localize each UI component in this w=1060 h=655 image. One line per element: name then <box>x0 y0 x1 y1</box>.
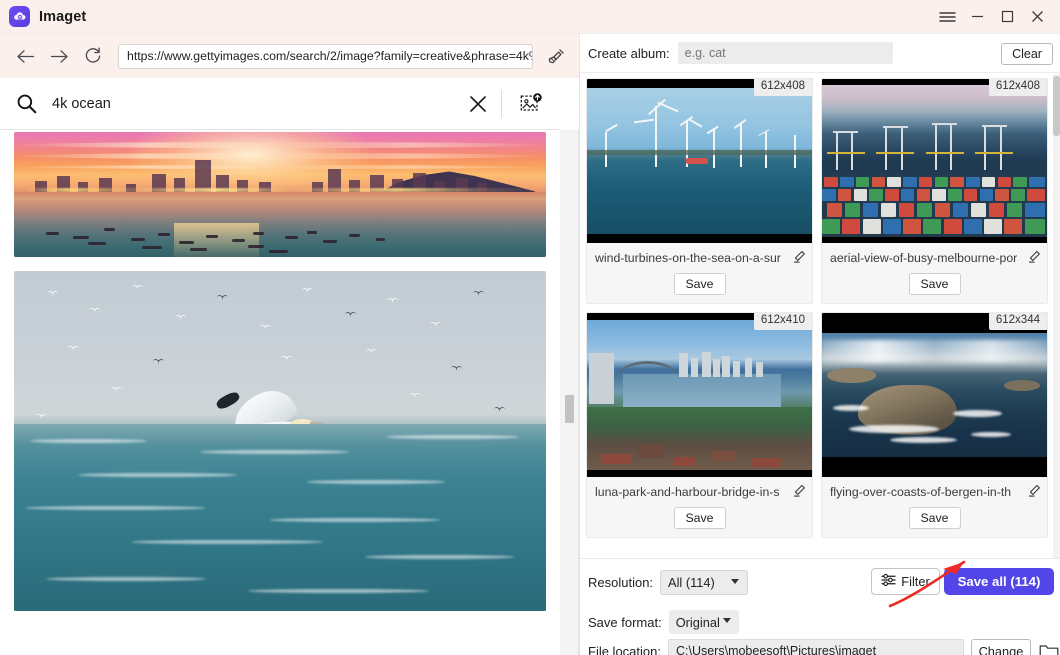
web-pane-scrollbar[interactable] <box>553 130 559 655</box>
reload-icon[interactable] <box>76 39 110 73</box>
result-card[interactable]: 612x408 aerial-view-of-busy-melbourne-po… <box>821 78 1048 304</box>
maximize-icon[interactable] <box>992 0 1022 34</box>
save-button[interactable]: Save <box>909 507 961 529</box>
web-content-pane[interactable]: Auto Scroll <box>0 130 560 655</box>
grid-row: 612x408 wind-turbines-on-the-sea-on-a-su… <box>586 78 1055 304</box>
card-save-row: Save <box>822 502 1047 537</box>
save-button[interactable]: Save <box>909 273 961 295</box>
web-image-gannets-flying-over-ocean[interactable]: Auto Scroll <box>14 271 546 611</box>
container-stacks <box>822 164 1047 237</box>
thumbnail[interactable]: 612x408 <box>587 79 812 243</box>
resolution-badge: 612x408 <box>989 79 1047 96</box>
filter-sliders-icon <box>881 573 896 590</box>
forward-arrow-icon[interactable] <box>42 39 76 73</box>
save-format-label: Save format: <box>588 615 662 630</box>
sydney-harbour-artwork <box>587 320 812 470</box>
url-text: https://www.gettyimages.com/search/2/ima… <box>119 49 532 63</box>
pencil-edit-icon[interactable] <box>1028 250 1041 266</box>
bottom-controls: Resolution: All (114) Filter <box>580 558 1060 655</box>
url-input[interactable]: https://www.gettyimages.com/search/2/ima… <box>118 44 533 69</box>
card-filename: aerial-view-of-busy-melbourne-por <box>830 251 1025 265</box>
splitter-handle-icon[interactable] <box>565 395 574 423</box>
thumbnail[interactable]: 612x410 <box>587 313 812 477</box>
resolution-badge: 612x410 <box>754 313 812 330</box>
ocean-waves <box>14 424 546 611</box>
resolution-label: Resolution: <box>588 575 653 590</box>
pencil-edit-icon[interactable] <box>793 484 806 500</box>
file-location-label: File location: <box>588 644 661 655</box>
browser-nav-bar: https://www.gettyimages.com/search/2/ima… <box>0 34 579 78</box>
result-card[interactable]: 612x408 wind-turbines-on-the-sea-on-a-su… <box>586 78 813 304</box>
download-panel: Create album: Clear <box>579 34 1060 655</box>
imaget-app-window: Imaget <box>0 0 1060 655</box>
app-title: Imaget <box>39 9 86 25</box>
wind-turbines-artwork <box>587 88 812 234</box>
hong-kong-sunset-artwork <box>14 132 546 257</box>
create-album-row: Create album: Clear <box>580 34 1060 73</box>
save-all-button[interactable]: Save all (114) <box>944 568 1054 595</box>
pencil-edit-icon[interactable] <box>1028 484 1041 500</box>
create-album-input[interactable] <box>678 42 893 64</box>
harbour-water <box>14 192 546 257</box>
gannets-ocean-artwork <box>14 271 546 611</box>
card-filename-row: aerial-view-of-busy-melbourne-por <box>822 243 1047 268</box>
minimize-icon[interactable] <box>962 0 992 34</box>
image-picker-icon[interactable] <box>502 92 560 116</box>
broom-cleanup-icon[interactable] <box>539 39 573 73</box>
filter-label: Filter <box>901 574 929 589</box>
window-controls <box>932 0 1060 34</box>
change-location-button[interactable]: Change <box>971 639 1031 655</box>
save-button[interactable]: Save <box>674 273 726 295</box>
file-location-value: C:\Users\mobeesoft\Pictures\imaget <box>676 644 876 655</box>
card-filename-row: wind-turbines-on-the-sea-on-a-sur <box>587 243 812 268</box>
chevron-down-icon <box>723 618 731 623</box>
pane-splitter[interactable] <box>560 130 579 655</box>
folder-open-icon[interactable] <box>1039 643 1059 655</box>
card-filename-row: flying-over-coasts-of-bergen-in-th <box>822 477 1047 502</box>
save-format-select[interactable]: Original <box>669 610 739 634</box>
card-filename: wind-turbines-on-the-sea-on-a-sur <box>595 251 790 265</box>
result-card[interactable]: 612x410 luna-park-and-harbour-bridge-in-… <box>586 312 813 538</box>
imaget-logo-icon <box>9 6 30 27</box>
melbourne-port-artwork <box>822 85 1047 237</box>
resolution-badge: 612x408 <box>754 79 812 96</box>
card-save-row: Save <box>822 268 1047 303</box>
file-location-row: File location: C:\Users\mobeesoft\Pictur… <box>580 638 1060 655</box>
create-album-label: Create album: <box>588 46 670 61</box>
close-icon[interactable] <box>1022 0 1052 34</box>
search-bar: 4k ocean <box>0 78 560 130</box>
save-format-row: Save format: Original <box>580 609 1060 635</box>
search-input[interactable]: 4k ocean <box>52 96 455 112</box>
resolution-row: Resolution: All (114) Filter <box>580 568 1060 596</box>
chevron-down-icon <box>731 579 739 584</box>
save-button[interactable]: Save <box>674 507 726 529</box>
thumbnail[interactable]: 612x344 <box>822 313 1047 477</box>
resolution-badge: 612x344 <box>989 313 1047 330</box>
card-save-row: Save <box>587 268 812 303</box>
resolution-select[interactable]: All (114) <box>660 570 748 595</box>
file-location-input[interactable]: C:\Users\mobeesoft\Pictures\imaget <box>668 639 964 655</box>
resolution-value: All (114) <box>668 575 715 590</box>
thumbnail[interactable]: 612x408 <box>822 79 1047 243</box>
bergen-coast-artwork <box>822 333 1047 457</box>
web-image-hong-kong-harbour-sunset-panorama[interactable] <box>14 132 546 257</box>
hamburger-menu-icon[interactable] <box>932 0 962 34</box>
scrollbar-thumb[interactable] <box>1053 76 1060 136</box>
clear-button[interactable]: Clear <box>1001 43 1053 65</box>
card-save-row: Save <box>587 502 812 537</box>
card-filename: luna-park-and-harbour-bridge-in-s <box>595 485 790 499</box>
card-filename-row: luna-park-and-harbour-bridge-in-s <box>587 477 812 502</box>
pencil-edit-icon[interactable] <box>793 250 806 266</box>
filter-button[interactable]: Filter <box>871 568 940 595</box>
search-clear-icon[interactable] <box>455 95 501 113</box>
title-bar: Imaget <box>0 0 1060 34</box>
search-icon <box>0 93 52 114</box>
results-grid: 612x408 wind-turbines-on-the-sea-on-a-su… <box>580 73 1060 558</box>
card-filename: flying-over-coasts-of-bergen-in-th <box>830 485 1025 499</box>
back-arrow-icon[interactable] <box>8 39 42 73</box>
grid-row: 612x410 luna-park-and-harbour-bridge-in-… <box>586 312 1055 538</box>
results-grid-scrollbar[interactable] <box>1053 74 1060 558</box>
save-format-value: Original <box>676 615 720 630</box>
result-card[interactable]: 612x344 flying-over-coasts-of-bergen-in-… <box>821 312 1048 538</box>
